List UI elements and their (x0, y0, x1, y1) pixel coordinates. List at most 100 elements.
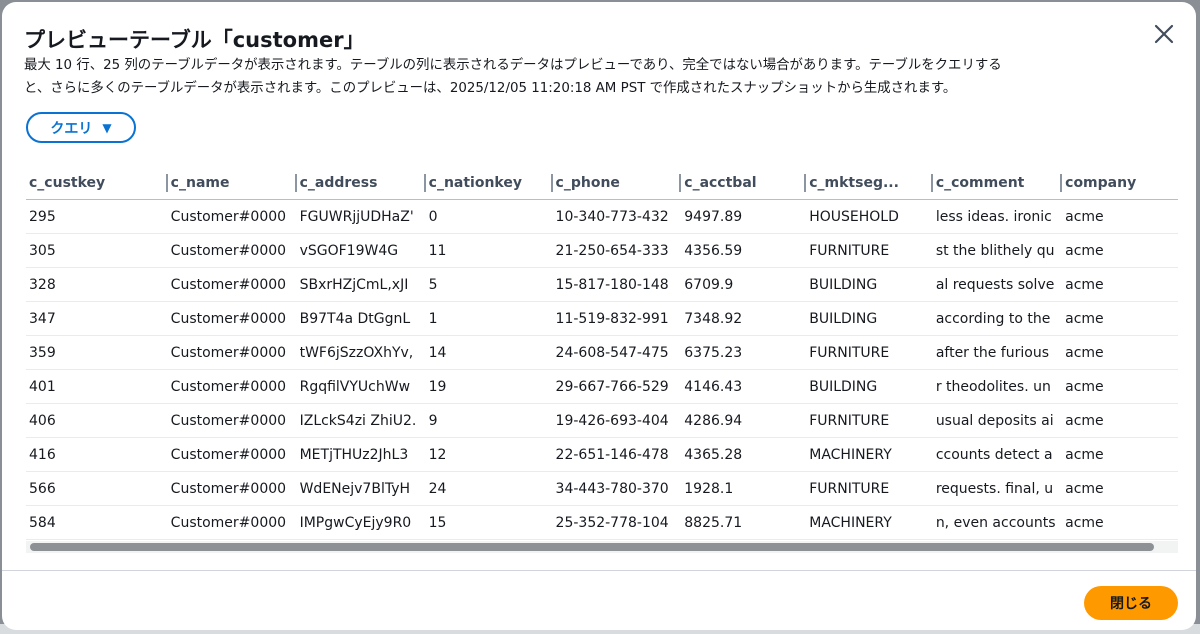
table-cell: r theodolites. un (932, 369, 1063, 404)
table-cell: 14 (425, 335, 553, 370)
table-cell: less ideas. ironic (932, 199, 1063, 234)
table-cell: 34-443-780-370 (552, 471, 682, 506)
table-cell: SBxrHZjCmL,xJI (296, 267, 426, 302)
table-cell: after the furious (932, 335, 1063, 370)
scrollbar-thumb[interactable] (30, 543, 1154, 551)
column-header[interactable]: c_acctbal (681, 166, 807, 200)
table-cell: n, even accounts (932, 505, 1063, 540)
column-header[interactable]: c_mktseg... (806, 166, 933, 200)
table-cell: MACHINERY (806, 505, 933, 540)
column-header[interactable]: company (1062, 166, 1178, 200)
table-cell: 6375.23 (681, 335, 807, 370)
query-dropdown-button[interactable]: クエリ ▼ (26, 112, 136, 143)
caret-down-icon: ▼ (102, 120, 112, 135)
table-row: 566 Customer#0000 WdENejv7BlTyH 24 34-443-78… (26, 471, 1178, 506)
column-header[interactable]: c_comment (932, 166, 1063, 200)
table-cell: 10-340-773-432 (552, 199, 682, 234)
table-cell: requests. final, u (932, 471, 1063, 506)
table-cell: RgqfilVYUchWw (296, 369, 426, 404)
table-cell: IMPgwCyEjy9R0 (296, 505, 426, 540)
table-row: 359 Customer#0000 tWF6jSzzOXhYv, 14 24-608-5… (26, 335, 1178, 370)
table-cell: acme (1062, 335, 1178, 370)
table-cell: 15-817-180-148 (552, 267, 682, 302)
table-cell: 401 (26, 369, 168, 404)
horizontal-scrollbar[interactable] (26, 541, 1178, 553)
table-row: 305 Customer#0000 vSGOF19W4G 11 21-250-654-3… (26, 233, 1178, 268)
table-cell: FGUWRjjUDHaZ' (296, 199, 426, 234)
table-cell: 4356.59 (681, 233, 807, 268)
table-cell: 24 (425, 471, 553, 506)
table-cell: 1 (425, 301, 553, 336)
table-cell: FURNITURE (806, 403, 933, 438)
table-cell: BUILDING (806, 267, 933, 302)
table-cell: 21-250-654-333 (552, 233, 682, 268)
table-row: 347 Customer#0000 B97T4a DtGgnL 1 11-519-832… (26, 301, 1178, 336)
table-cell: 29-667-766-529 (552, 369, 682, 404)
table-cell: 4365.28 (681, 437, 807, 472)
table-cell: acme (1062, 471, 1178, 506)
table-cell: acme (1062, 403, 1178, 438)
table-cell: 359 (26, 335, 168, 370)
table-cell: 6709.9 (681, 267, 807, 302)
close-icon[interactable] (1150, 20, 1178, 48)
column-header[interactable]: c_custkey (26, 166, 168, 200)
table-cell: 4286.94 (681, 403, 807, 438)
column-header[interactable]: c_phone (552, 166, 682, 200)
table-body: 295 Customer#0000 FGUWRjjUDHaZ' 0 10-340-773… (26, 199, 1178, 540)
table-cell: acme (1062, 505, 1178, 540)
close-button[interactable]: 閉じる (1084, 586, 1178, 620)
table-cell: acme (1062, 301, 1178, 336)
column-header[interactable]: c_name (167, 166, 297, 200)
table-cell: usual deposits ai (932, 403, 1063, 438)
preview-table-container: c_custkey c_name c_address c_nationkey c_pho… (26, 166, 1178, 556)
table-cell: al requests solve (932, 267, 1063, 302)
table-cell: Customer#0000 (167, 369, 297, 404)
table-row: 295 Customer#0000 FGUWRjjUDHaZ' 0 10-340-773… (26, 199, 1178, 234)
description-line-2: と、さらに多くのテーブルデータが表示されます。このプレビューは、2025/12/… (24, 81, 957, 96)
table-cell: Customer#0000 (167, 233, 297, 268)
table-cell: 25-352-778-104 (552, 505, 682, 540)
table-cell: tWF6jSzzOXhYv, (296, 335, 426, 370)
table-cell: METjTHUz2JhL3 (296, 437, 426, 472)
table-cell: 7348.92 (681, 301, 807, 336)
table-cell: acme (1062, 233, 1178, 268)
table-cell: Customer#0000 (167, 505, 297, 540)
modal-description: 最大 10 行、25 列のテーブルデータが表示されます。テーブルの列に表示される… (24, 54, 1144, 100)
column-header-label: c_mktseg... (809, 174, 899, 191)
table-cell: FURNITURE (806, 233, 933, 268)
table-cell: 566 (26, 471, 168, 506)
table-cell: Customer#0000 (167, 301, 297, 336)
table-cell: Customer#0000 (167, 199, 297, 234)
table-cell: WdENejv7BlTyH (296, 471, 426, 506)
table-cell: according to the (932, 301, 1063, 336)
table-cell: 22-651-146-478 (552, 437, 682, 472)
table-cell: MACHINERY (806, 437, 933, 472)
table-cell: Customer#0000 (167, 403, 297, 438)
table-row: 584 Customer#0000 IMPgwCyEjy9R0 15 25-352-77… (26, 505, 1178, 540)
table-cell: 8825.71 (681, 505, 807, 540)
query-button-label: クエリ (50, 120, 93, 137)
table-cell: IZLckS4zi ZhiU2. (296, 403, 426, 438)
column-header-label: c_nationkey (428, 174, 522, 191)
table-cell: 328 (26, 267, 168, 302)
column-header-label: c_custkey (29, 174, 106, 191)
table-row: 401 Customer#0000 RgqfilVYUchWw 19 29-667-76… (26, 369, 1178, 404)
table-cell: 11 (425, 233, 553, 268)
table-cell: 584 (26, 505, 168, 540)
table-cell: 15 (425, 505, 553, 540)
column-header-label: c_acctbal (684, 174, 757, 191)
column-header[interactable]: c_nationkey (425, 166, 553, 200)
column-header-label: c_address (299, 174, 378, 191)
table-cell: Customer#0000 (167, 267, 297, 302)
preview-table: c_custkey c_name c_address c_nationkey c_pho… (26, 166, 1178, 540)
table-cell: 0 (425, 199, 553, 234)
table-cell: Customer#0000 (167, 437, 297, 472)
table-cell: Customer#0000 (167, 471, 297, 506)
table-header-row: c_custkey c_name c_address c_nationkey c_pho… (26, 166, 1178, 200)
table-cell: 406 (26, 403, 168, 438)
table-cell: 4146.43 (681, 369, 807, 404)
column-header[interactable]: c_address (296, 166, 426, 200)
table-cell: ccounts detect a (932, 437, 1063, 472)
table-cell: acme (1062, 267, 1178, 302)
table-cell: 9497.89 (681, 199, 807, 234)
